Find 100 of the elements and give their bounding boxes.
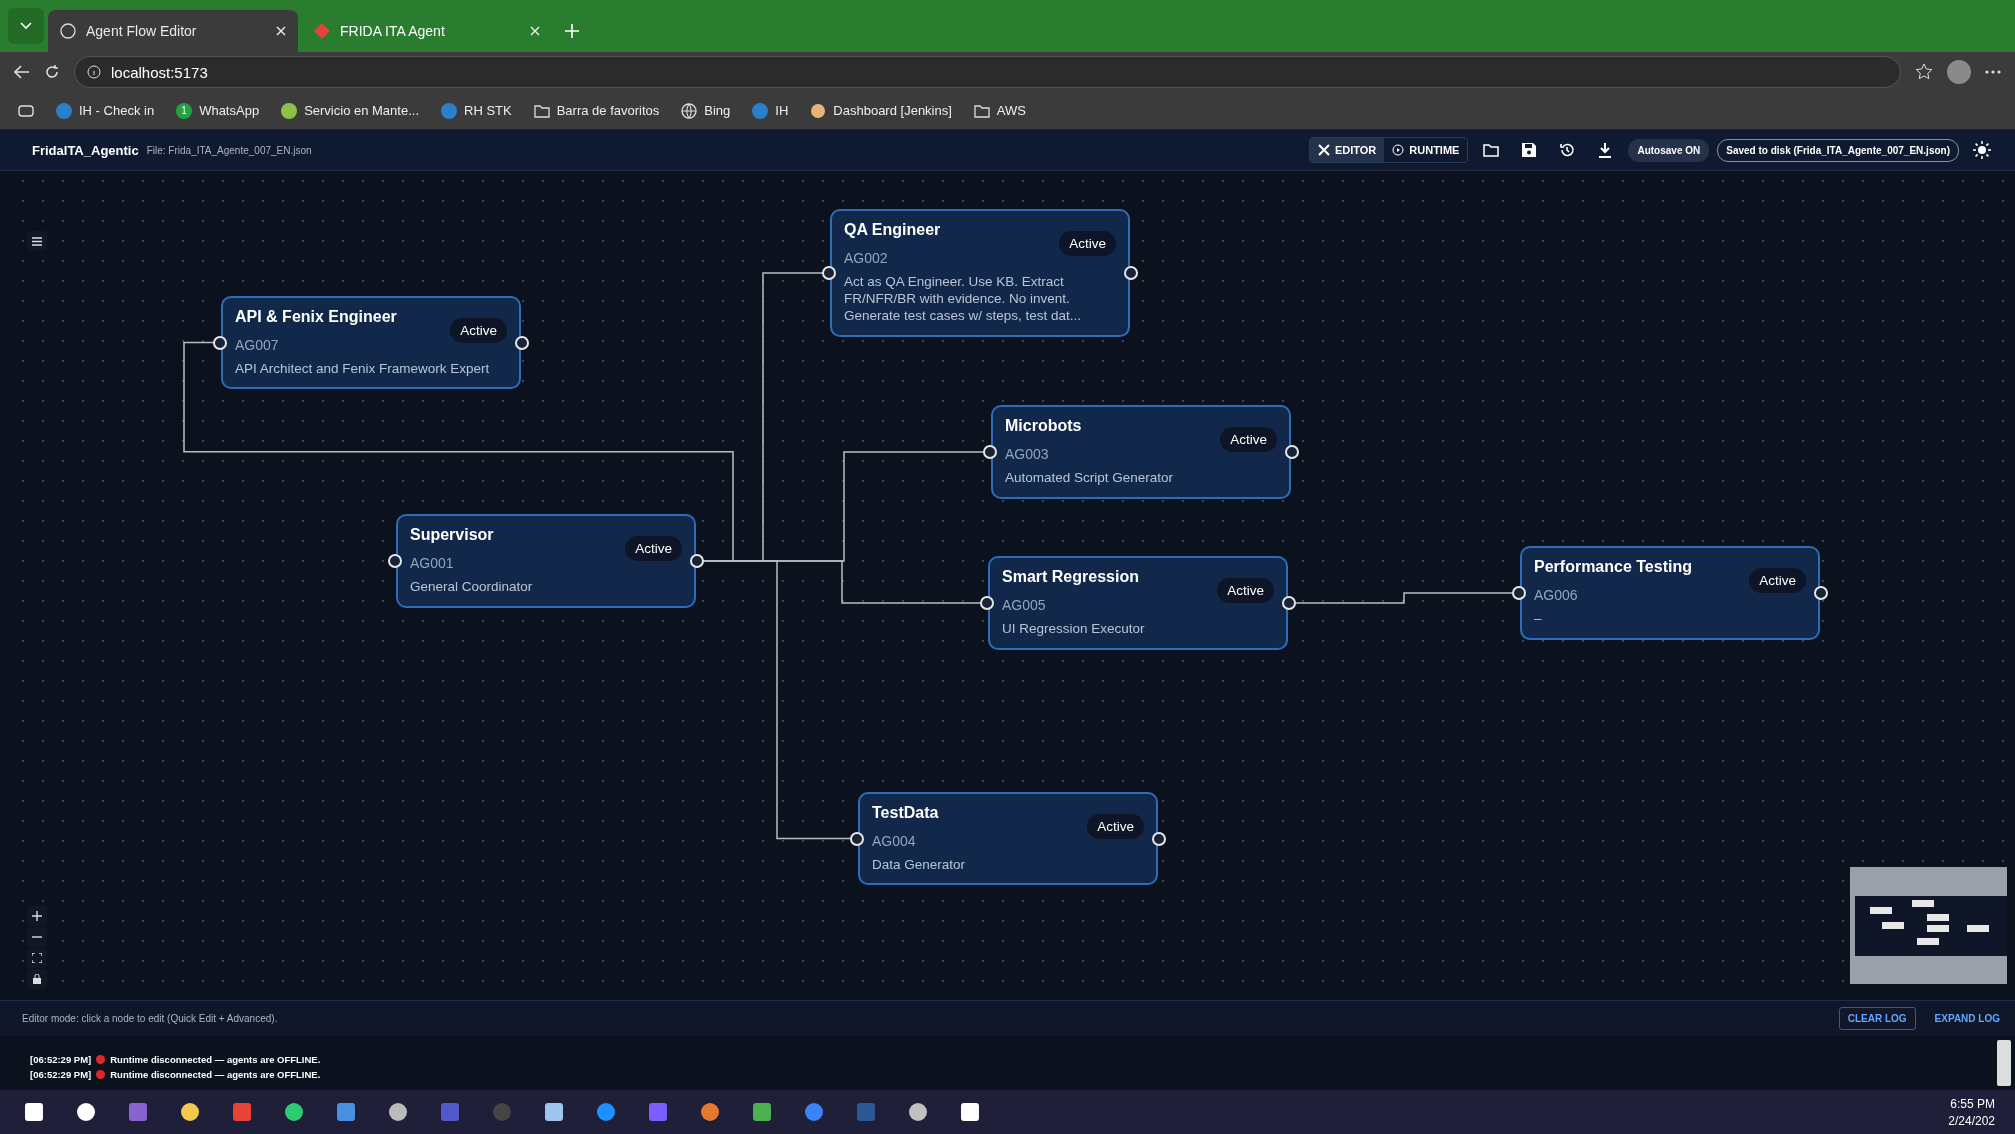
input-handle[interactable] [850, 831, 864, 846]
chevron-down-icon [20, 22, 32, 30]
close-icon[interactable] [530, 26, 540, 36]
globe-icon [60, 23, 76, 39]
node-code: AG003 [1005, 446, 1050, 462]
input-handle[interactable] [213, 335, 227, 350]
output-handle[interactable] [1814, 586, 1828, 600]
minus-icon [32, 936, 42, 938]
input-handle[interactable] [822, 266, 836, 280]
scrollbar[interactable] [1997, 1040, 2011, 1086]
minimap-drawing[interactable] [1850, 867, 2007, 984]
status-tag: Active [450, 318, 507, 343]
globe-icon [681, 102, 698, 119]
download-icon [1598, 142, 1613, 158]
history-icon [1559, 142, 1576, 158]
status-tag: Active [1059, 231, 1116, 256]
log-button[interactable]: CLEAR LOG [1838, 1007, 1916, 1030]
new-tab-icon[interactable] [564, 23, 580, 39]
sun-icon [1973, 141, 1991, 159]
folder-icon [533, 103, 550, 118]
node-description: – [1534, 611, 1543, 628]
agent-node[interactable]: TestData Active AG004 Data Generator [858, 792, 1158, 885]
reload-icon[interactable] [44, 64, 60, 80]
fit-view-icon [32, 953, 42, 963]
star-icon[interactable] [1915, 63, 1933, 81]
folder-icon [973, 103, 990, 118]
output-handle[interactable] [1124, 266, 1138, 280]
bookmark-link[interactable]: IH - Check in [56, 102, 155, 119]
node-description: Automated Script Generator [1005, 470, 1175, 487]
agent-node[interactable]: Performance Testing Active AG006 – [1520, 546, 1820, 640]
notification-badge: 1 [176, 102, 193, 119]
bookmark-link[interactable]: Servicio en Mante... [281, 102, 419, 119]
site-icon [752, 102, 769, 119]
bookmark-link[interactable]: 1 WhatsApp [176, 102, 260, 119]
log-entry: [06:52:29 PM] Runtime disconnected — agents are OFFLINE. [30, 1069, 322, 1080]
node-code: AG004 [872, 833, 917, 849]
status-tag: Active [1217, 578, 1274, 603]
lock-button[interactable] [27, 969, 47, 989]
bookmark-link[interactable]: Barra de favoritos [533, 103, 660, 118]
save-status: Saved to disk (Frida_ITA_Agente_007_EN.json) [1717, 138, 1959, 162]
node-title: TestData [872, 804, 939, 822]
node-code: AG002 [844, 250, 889, 266]
reading-list-icon[interactable] [18, 104, 34, 117]
browser-tab[interactable]: Agent Flow Editor [48, 10, 298, 52]
status-tag: Active [1749, 568, 1806, 593]
input-handle[interactable] [388, 554, 402, 568]
node-title: Smart Regression [1002, 568, 1139, 586]
bookmark-link[interactable]: AWS [973, 103, 1026, 118]
close-icon[interactable] [276, 26, 286, 36]
bookmark-link[interactable]: IH [752, 102, 789, 119]
node-description: General Coordinator [410, 579, 534, 596]
agent-node[interactable]: Smart Regression Active AG005 UI Regression Executor [988, 556, 1288, 650]
info-icon [87, 65, 101, 79]
mode-tab[interactable]: RUNTIME [1384, 138, 1468, 162]
agent-node[interactable]: Microbots Active AG003 Automated Script Generator [991, 405, 1291, 499]
save-icon [1522, 143, 1537, 157]
address-field[interactable]: localhost:5173 [74, 56, 1901, 88]
file-name: File: Frida_ITA_Agente_007_EN.json [146, 144, 313, 156]
agent-node[interactable]: Supervisor Active AG001 General Coordinator [396, 514, 696, 608]
more-icon[interactable] [1985, 70, 2001, 74]
menu-button[interactable] [27, 231, 47, 251]
fit-view-button[interactable] [27, 948, 47, 968]
output-handle[interactable] [1282, 596, 1296, 610]
node-description: API Architect and Fenix Framework Expert [235, 361, 491, 378]
bookmark-link[interactable]: Dashboard [Jenkins] [810, 102, 952, 119]
output-handle[interactable] [690, 554, 704, 568]
log-button[interactable]: EXPAND LOG [1925, 1007, 2009, 1030]
avatar-icon[interactable] [1947, 60, 1971, 84]
output-handle[interactable] [515, 335, 529, 350]
input-handle[interactable] [980, 596, 994, 610]
node-description: UI Regression Executor [1002, 621, 1146, 638]
node-code: AG007 [235, 337, 280, 353]
site-icon [56, 102, 72, 119]
back-icon[interactable] [14, 65, 30, 79]
node-description: Data Generator [872, 857, 967, 874]
bookmark-link[interactable]: RH STK [441, 102, 512, 119]
output-handle[interactable] [1152, 831, 1166, 846]
input-handle[interactable] [983, 445, 997, 459]
agent-node[interactable]: API & Fenix Engineer Active AG007 API Architect and Fenix Framework Expert [221, 296, 521, 389]
node-title: Microbots [1005, 417, 1082, 435]
mode-tab[interactable]: EDITOR [1309, 138, 1385, 162]
folder-icon [1483, 143, 1500, 157]
agent-node[interactable]: QA Engineer Active AG002 Act as QA Engineer. Use KB. Extract FR/NFR/BR with evidence. No invent. Generate test cases w/ steps, test dat... [830, 209, 1130, 337]
output-handle[interactable] [1285, 445, 1299, 459]
browser-tab[interactable]: FRIDA ITA Agent [302, 10, 552, 52]
node-description: Act as QA Engineer. Use KB. Extract FR/NFR/BR with evidence. No invent. Generate test cases w/ steps, test dat... [844, 274, 1083, 325]
status-tag: Active [625, 536, 682, 561]
input-handle[interactable] [1512, 586, 1526, 600]
zoom-out-button[interactable] [27, 927, 47, 947]
node-code: AG001 [410, 555, 455, 571]
site-icon [441, 102, 457, 119]
play-icon [1392, 144, 1405, 156]
node-title: Performance Testing [1534, 558, 1692, 576]
bookmark-link[interactable]: Bing [681, 102, 731, 119]
node-code: AG005 [1002, 597, 1047, 613]
log-entry: [06:52:29 PM] Runtime disconnected — agents are OFFLINE. [30, 1054, 322, 1065]
status-tag: Active [1220, 427, 1277, 452]
tab-list-button[interactable] [8, 8, 44, 44]
zoom-in-button[interactable] [27, 906, 47, 926]
clock: 6:55 PM 2/24/202 [1948, 1096, 1995, 1128]
